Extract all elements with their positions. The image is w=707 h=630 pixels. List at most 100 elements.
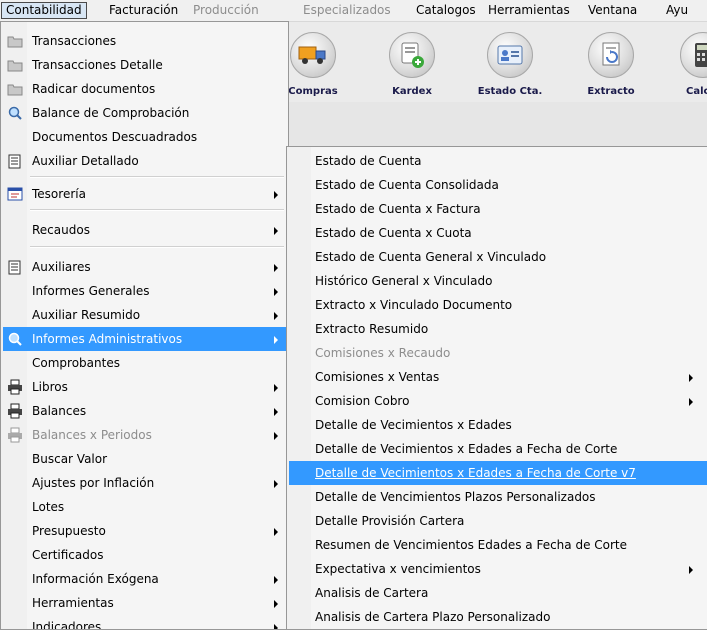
submenu-item-estado-cuenta-factura[interactable]: Estado de Cuenta x Factura	[289, 197, 707, 221]
menu-item-label: Auxiliar Resumido	[32, 308, 141, 322]
submenu-arrow-icon	[274, 408, 278, 416]
submenu-arrow-icon	[274, 288, 278, 296]
submenu-arrow-icon	[689, 398, 693, 406]
estado-cta-label: Estado Cta.	[477, 86, 543, 97]
menu-item-comprobantes[interactable]: Comprobantes	[3, 351, 286, 375]
kardex-button[interactable]: Kardex	[372, 28, 452, 100]
contabilidad-menu: Transacciones Transacciones Detalle Radi…	[0, 21, 289, 630]
submenu-arrow-icon	[274, 624, 278, 629]
menu-facturacion[interactable]: Facturación	[105, 2, 182, 19]
menu-item-label: Ajustes por Inflación	[32, 476, 155, 490]
submenu-item-detalle-vencimientos-fecha-corte-v7[interactable]: Detalle de Vecimientos x Edades a Fecha …	[289, 461, 707, 485]
submenu-item-expectativa-vencimientos[interactable]: Expectativa x vencimientos	[289, 557, 707, 581]
menu-item-indicadores[interactable]: Indicadores	[3, 615, 286, 629]
menu-herramientas[interactable]: Herramientas	[484, 2, 574, 19]
extracto-button[interactable]: Extracto	[571, 28, 651, 100]
menu-item-presupuesto[interactable]: Presupuesto	[3, 519, 286, 543]
menu-item-lotes[interactable]: Lotes	[3, 495, 286, 519]
submenu-item-label: Comisiones x Recaudo	[315, 346, 451, 360]
submenu-arrow-icon	[274, 312, 278, 320]
submenu-item-label: Expectativa x vencimientos	[315, 562, 481, 576]
submenu-arrow-icon	[689, 566, 693, 574]
menu-item-informacion-exogena[interactable]: Información Exógena	[3, 567, 286, 591]
submenu-item-resumen-vencimientos-edades[interactable]: Resumen de Vencimientos Edades a Fecha d…	[289, 533, 707, 557]
menu-item-label: Auxiliares	[32, 260, 91, 274]
submenu-item-label: Detalle de Vencimientos Plazos Personali…	[315, 490, 596, 504]
ledger-icon	[7, 153, 23, 169]
submenu-item-estado-cuenta-general-vinculado[interactable]: Estado de Cuenta General x Vinculado	[289, 245, 707, 269]
submenu-item-label: Comisiones x Ventas	[315, 370, 440, 384]
submenu-item-analisis-cartera-plazo[interactable]: Analisis de Cartera Plazo Personalizado	[289, 605, 707, 629]
submenu-item-comisiones-ventas[interactable]: Comisiones x Ventas	[289, 365, 707, 389]
menu-item-recaudos[interactable]: Recaudos	[3, 218, 286, 242]
menu-item-transacciones-detalle[interactable]: Transacciones Detalle	[3, 53, 286, 77]
submenu-item-estado-cuenta-cuota[interactable]: Estado de Cuenta x Cuota	[289, 221, 707, 245]
submenu-item-detalle-vencimientos-edades[interactable]: Detalle de Vecimientos x Edades	[289, 413, 707, 437]
informes-administrativos-submenu: Estado de Cuenta Estado de Cuenta Consol…	[286, 146, 707, 630]
menu-separator	[30, 176, 284, 178]
menu-catalogos[interactable]: Catalogos	[412, 2, 480, 19]
menu-item-buscar-valor[interactable]: Buscar Valor	[3, 447, 286, 471]
menu-produccion[interactable]: Producción	[189, 2, 263, 19]
menu-item-libros[interactable]: Libros	[3, 375, 286, 399]
menu-item-auxiliares[interactable]: Auxiliares	[3, 255, 286, 279]
calculadora-button[interactable]: Calcul	[663, 28, 707, 100]
menu-item-label: Informes Generales	[32, 284, 150, 298]
id-card-icon	[487, 32, 533, 78]
submenu-item-extracto-vinculado-documento[interactable]: Extracto x Vinculado Documento	[289, 293, 707, 317]
submenu-item-label: Estado de Cuenta General x Vinculado	[315, 250, 547, 264]
submenu-item-extracto-resumido[interactable]: Extracto Resumido	[289, 317, 707, 341]
menu-item-ajustes-inflacion[interactable]: Ajustes por Inflación	[3, 471, 286, 495]
submenu-arrow-icon	[274, 227, 278, 235]
menu-item-documentos-descuadrados[interactable]: Documentos Descuadrados	[3, 125, 286, 149]
submenu-arrow-icon	[274, 384, 278, 392]
menu-item-balances-periodos[interactable]: Balances x Periodos	[3, 423, 286, 447]
menu-item-certificados[interactable]: Certificados	[3, 543, 286, 567]
submenu-arrow-icon	[274, 528, 278, 536]
menu-item-label: Balances x Periodos	[32, 428, 152, 442]
printer-icon	[7, 379, 23, 395]
menu-item-herramientas[interactable]: Herramientas	[3, 591, 286, 615]
submenu-item-analisis-cartera[interactable]: Analisis de Cartera	[289, 581, 707, 605]
submenu-arrow-icon	[274, 264, 278, 272]
menu-item-informes-administrativos[interactable]: Informes Administrativos	[3, 327, 286, 351]
menu-item-label: Comprobantes	[32, 356, 120, 370]
menu-item-auxiliar-resumido[interactable]: Auxiliar Resumido	[3, 303, 286, 327]
submenu-item-estado-cuenta-consolidada[interactable]: Estado de Cuenta Consolidada	[289, 173, 707, 197]
document-refresh-icon	[588, 32, 634, 78]
submenu-item-estado-cuenta[interactable]: Estado de Cuenta	[289, 149, 707, 173]
menu-item-balances[interactable]: Balances	[3, 399, 286, 423]
menu-item-label: Informes Administrativos	[32, 332, 183, 346]
submenu-item-detalle-provision-cartera[interactable]: Detalle Provisión Cartera	[289, 509, 707, 533]
submenu-item-label: Extracto Resumido	[315, 322, 429, 336]
submenu-item-detalle-vencimientos-fecha-corte[interactable]: Detalle de Vecimientos x Edades a Fecha …	[289, 437, 707, 461]
menu-item-informes-generales[interactable]: Informes Generales	[3, 279, 286, 303]
folder-icon	[7, 57, 23, 73]
menu-contabilidad[interactable]: Contabilidad	[1, 2, 87, 19]
submenu-item-comisiones-recaudo[interactable]: Comisiones x Recaudo	[289, 341, 707, 365]
submenu-item-comision-cobro[interactable]: Comision Cobro	[289, 389, 707, 413]
kardex-add-icon	[389, 32, 435, 78]
submenu-arrow-icon	[274, 336, 278, 344]
submenu-item-detalle-vencimientos-plazos-personalizados[interactable]: Detalle de Vencimientos Plazos Personali…	[289, 485, 707, 509]
menu-item-label: Radicar documentos	[32, 82, 156, 96]
menu-item-label: Auxiliar Detallado	[32, 154, 139, 168]
submenu-item-label: Estado de Cuenta Consolidada	[315, 178, 499, 192]
folder-icon	[7, 33, 23, 49]
menu-item-label: Tesorería	[32, 187, 86, 201]
menu-especializados[interactable]: Especializados	[299, 2, 395, 19]
submenu-item-label: Detalle Provisión Cartera	[315, 514, 465, 528]
submenu-item-label: Histórico General x Vinculado	[315, 274, 493, 288]
estado-cta-button[interactable]: Estado Cta.	[470, 28, 550, 100]
truck-icon	[290, 32, 336, 78]
submenu-item-historico-general-vinculado[interactable]: Histórico General x Vinculado	[289, 269, 707, 293]
menu-item-balance-comprobacion[interactable]: Balance de Comprobación	[3, 101, 286, 125]
menu-item-auxiliar-detallado[interactable]: Auxiliar Detallado	[3, 149, 286, 173]
menu-item-transacciones[interactable]: Transacciones	[3, 29, 286, 53]
menu-item-tesoreria[interactable]: Tesorería	[3, 182, 286, 206]
submenu-arrow-icon	[689, 374, 693, 382]
submenu-arrow-icon	[274, 576, 278, 584]
menu-ventana[interactable]: Ventana	[584, 2, 641, 19]
menu-item-radicar-documentos[interactable]: Radicar documentos	[3, 77, 286, 101]
menu-ayuda[interactable]: Ayu	[662, 2, 692, 19]
